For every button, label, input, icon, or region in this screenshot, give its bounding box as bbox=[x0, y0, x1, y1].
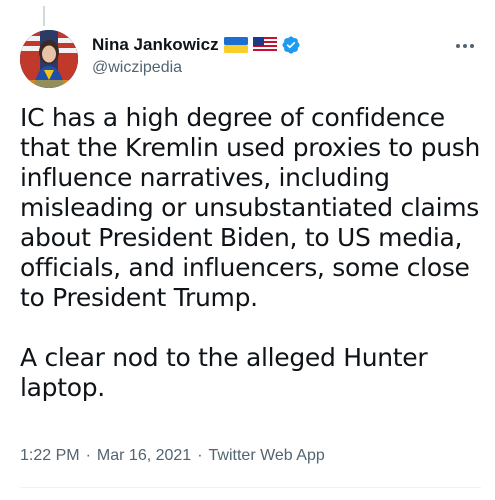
name-row: Nina Jankowicz bbox=[92, 34, 301, 56]
verified-badge-icon bbox=[281, 35, 301, 55]
more-options-button[interactable] bbox=[453, 36, 477, 56]
more-horizontal-icon bbox=[456, 44, 474, 48]
avatar[interactable] bbox=[20, 30, 78, 88]
tweet-header: Nina Jankowicz @wiczipedia bbox=[16, 30, 481, 92]
ukraine-flag-icon bbox=[223, 37, 248, 53]
separator-dot: · bbox=[197, 447, 203, 464]
author-names: Nina Jankowicz @wiczipedia bbox=[92, 34, 301, 77]
tweet-paragraph: A clear nod to the alleged Hunter laptop… bbox=[20, 343, 428, 402]
display-name[interactable]: Nina Jankowicz bbox=[92, 35, 219, 55]
tweet-date[interactable]: Mar 16, 2021 bbox=[97, 447, 191, 464]
us-flag-icon bbox=[252, 37, 277, 53]
tweet-text: IC has a high degree of confidence that … bbox=[20, 103, 482, 403]
tweet-paragraph: IC has a high degree of confidence that … bbox=[20, 103, 481, 312]
tweet-time[interactable]: 1:22 PM bbox=[20, 447, 80, 464]
tweet-metadata: 1:22 PM · Mar 16, 2021 · Twitter Web App bbox=[20, 447, 325, 465]
separator-dot: · bbox=[85, 447, 91, 464]
tweet-source[interactable]: Twitter Web App bbox=[209, 447, 325, 464]
thread-connector-line bbox=[43, 6, 45, 26]
author-handle[interactable]: @wiczipedia bbox=[92, 59, 301, 77]
divider bbox=[20, 487, 481, 488]
